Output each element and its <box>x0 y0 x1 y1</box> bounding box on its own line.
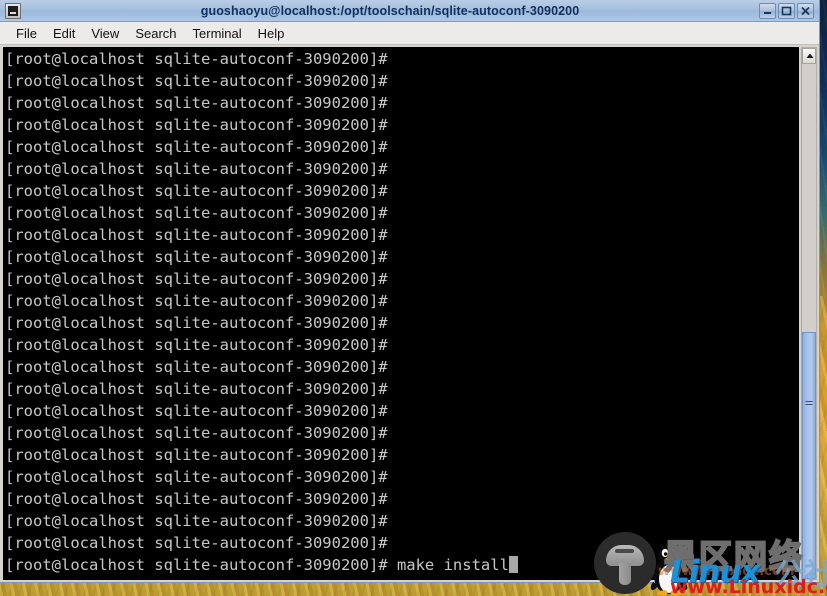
terminal-line: [root@localhost sqlite-autoconf-3090200]… <box>5 94 397 112</box>
close-button[interactable] <box>797 2 814 19</box>
terminal-line: [root@localhost sqlite-autoconf-3090200]… <box>5 490 397 508</box>
maximize-button[interactable] <box>778 2 795 19</box>
terminal-line: [root@localhost sqlite-autoconf-3090200]… <box>5 380 397 398</box>
terminal-line: [root@localhost sqlite-autoconf-3090200]… <box>5 468 397 486</box>
terminal-line: [root@localhost sqlite-autoconf-3090200]… <box>5 512 397 530</box>
terminal-line: [root@localhost sqlite-autoconf-3090200]… <box>5 358 397 376</box>
terminal-cursor <box>508 556 518 573</box>
menu-item-file[interactable]: File <box>8 24 45 43</box>
terminal-line: [root@localhost sqlite-autoconf-3090200]… <box>5 160 397 178</box>
terminal-line: [root@localhost sqlite-autoconf-3090200]… <box>5 138 397 156</box>
minimize-button[interactable] <box>759 2 776 19</box>
desktop: guoshaoyu@localhost:/opt/toolschain/sqli… <box>0 0 827 596</box>
terminal-line: [root@localhost sqlite-autoconf-3090200]… <box>5 182 397 200</box>
menu-item-search[interactable]: Search <box>127 24 184 43</box>
menu-item-view[interactable]: View <box>83 24 127 43</box>
terminal-screen[interactable]: [root@localhost sqlite-autoconf-3090200]… <box>3 47 799 580</box>
terminal-line: [root@localhost sqlite-autoconf-3090200]… <box>5 336 397 354</box>
window-titlebar[interactable]: guoshaoyu@localhost:/opt/toolschain/sqli… <box>0 0 819 22</box>
window-title: guoshaoyu@localhost:/opt/toolschain/sqli… <box>200 3 580 18</box>
terminal-line: [root@localhost sqlite-autoconf-3090200]… <box>5 270 397 288</box>
terminal-line: [root@localhost sqlite-autoconf-3090200]… <box>5 226 397 244</box>
terminal-line: [root@localhost sqlite-autoconf-3090200]… <box>5 534 397 552</box>
scrollbar-thumb[interactable] <box>802 331 816 579</box>
terminal-prompt: [root@localhost sqlite-autoconf-3090200]… <box>5 556 397 574</box>
terminal-line: [root@localhost sqlite-autoconf-3090200]… <box>5 292 397 310</box>
menubar: File Edit View Search Terminal Help <box>0 22 819 45</box>
scroll-up-arrow-icon[interactable] <box>802 48 816 64</box>
terminal-line: [root@localhost sqlite-autoconf-3090200]… <box>5 50 397 68</box>
terminal-line: [root@localhost sqlite-autoconf-3090200]… <box>5 72 397 90</box>
terminal-line: [root@localhost sqlite-autoconf-3090200]… <box>5 116 397 134</box>
terminal-line: [root@localhost sqlite-autoconf-3090200]… <box>5 446 397 464</box>
terminal-line: [root@localhost sqlite-autoconf-3090200]… <box>5 248 397 266</box>
terminal-line: [root@localhost sqlite-autoconf-3090200]… <box>5 424 397 442</box>
terminal-line: [root@localhost sqlite-autoconf-3090200]… <box>5 314 397 332</box>
terminal-line: [root@localhost sqlite-autoconf-3090200]… <box>5 204 397 222</box>
terminal-scrollbar[interactable] <box>801 47 817 580</box>
scrollbar-track[interactable] <box>802 64 816 579</box>
terminal-window: guoshaoyu@localhost:/opt/toolschain/sqli… <box>0 0 820 583</box>
menu-item-help[interactable]: Help <box>250 24 293 43</box>
terminal-line: [root@localhost sqlite-autoconf-3090200]… <box>5 402 397 420</box>
window-controls <box>759 2 814 19</box>
menu-item-terminal[interactable]: Terminal <box>185 24 250 43</box>
terminal-active-line: [root@localhost sqlite-autoconf-3090200]… <box>5 554 799 576</box>
menu-item-edit[interactable]: Edit <box>45 24 83 43</box>
terminal-icon <box>5 2 21 19</box>
terminal-command: make install <box>396 556 509 574</box>
scrollbar-grip-icon <box>805 401 813 408</box>
terminal-body: [root@localhost sqlite-autoconf-3090200]… <box>0 45 819 582</box>
